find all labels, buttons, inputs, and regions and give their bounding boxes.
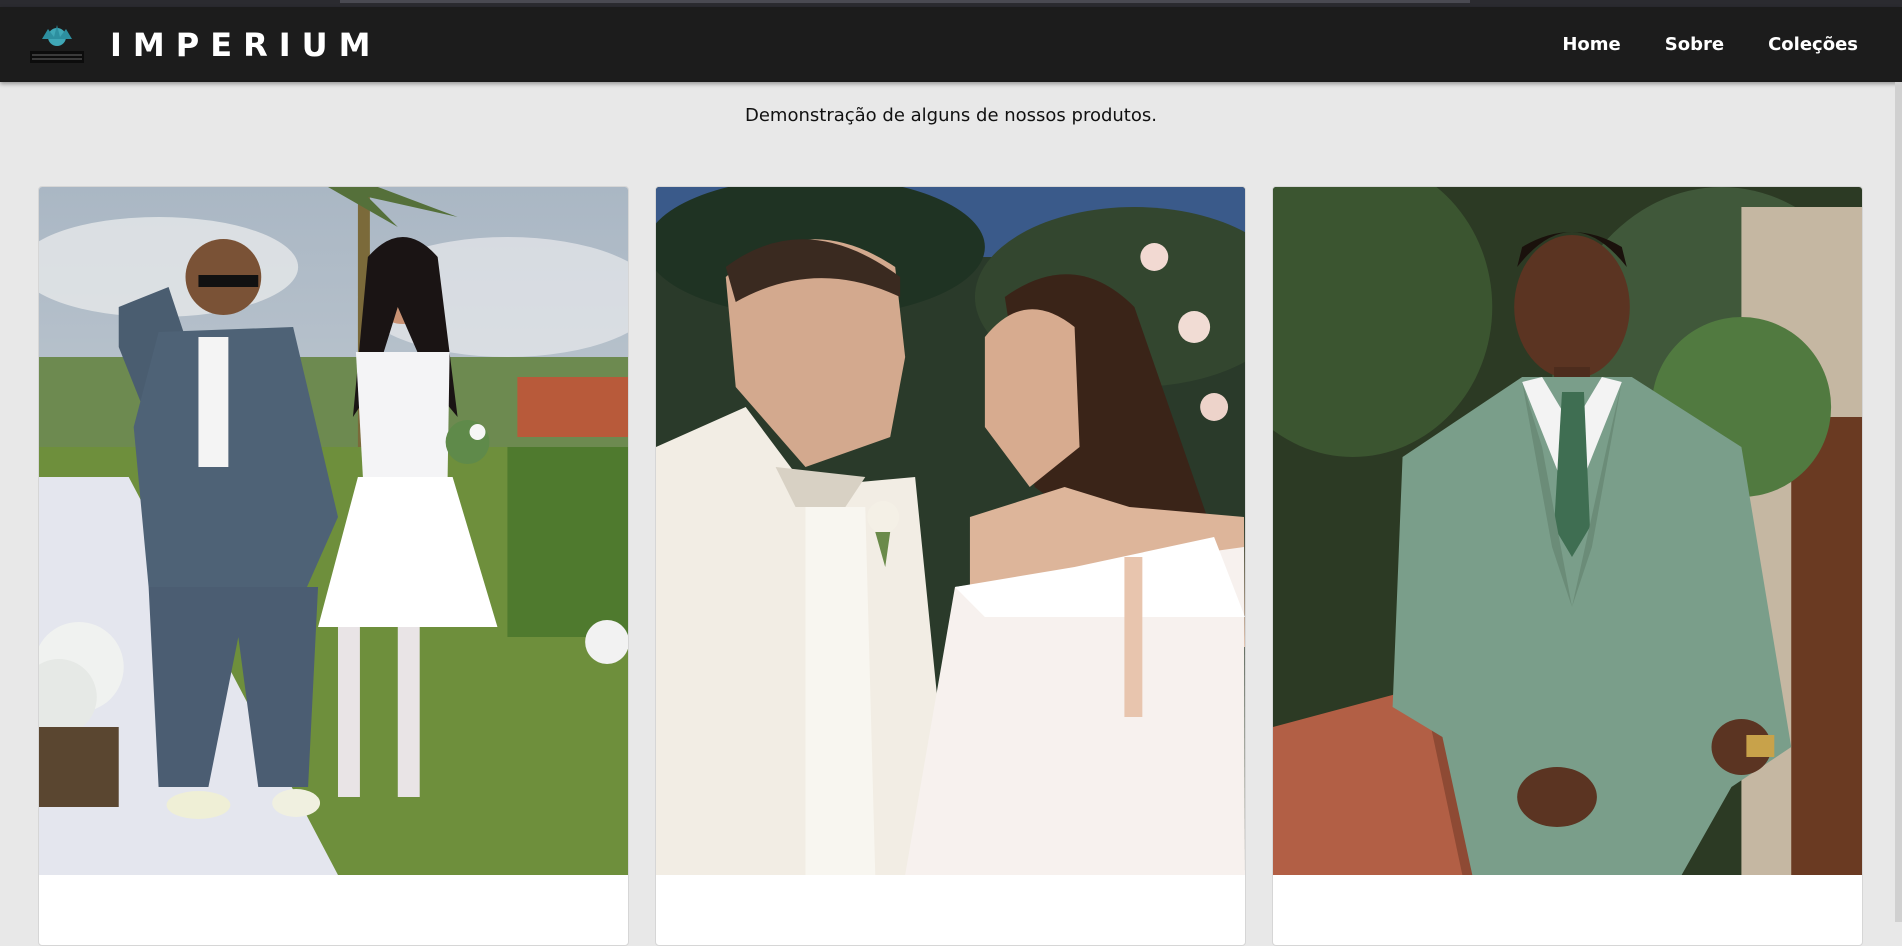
product-photo xyxy=(1273,187,1862,875)
product-card[interactable] xyxy=(1272,186,1863,946)
page-scrollbar[interactable] xyxy=(1895,82,1902,922)
browser-top-strip xyxy=(0,0,1902,7)
browser-tab-edge xyxy=(340,0,1470,3)
nav-item-sobre[interactable]: Sobre xyxy=(1665,33,1724,57)
main-nav: Home Sobre Coleções xyxy=(1518,33,1858,57)
product-card[interactable] xyxy=(655,186,1246,946)
brand-name[interactable]: IMPERIUM xyxy=(110,27,381,63)
navbar: IMPERIUM Home Sobre Coleções xyxy=(0,7,1902,82)
nav-item-home[interactable]: Home xyxy=(1562,33,1620,57)
nav-item-colecoes[interactable]: Coleções xyxy=(1768,33,1858,57)
crown-logo-icon[interactable] xyxy=(24,17,90,73)
product-photo xyxy=(39,187,628,875)
intro-text: Demonstração de alguns de nossos produto… xyxy=(745,105,1157,126)
product-photo xyxy=(656,187,1245,875)
product-card[interactable] xyxy=(38,186,629,946)
